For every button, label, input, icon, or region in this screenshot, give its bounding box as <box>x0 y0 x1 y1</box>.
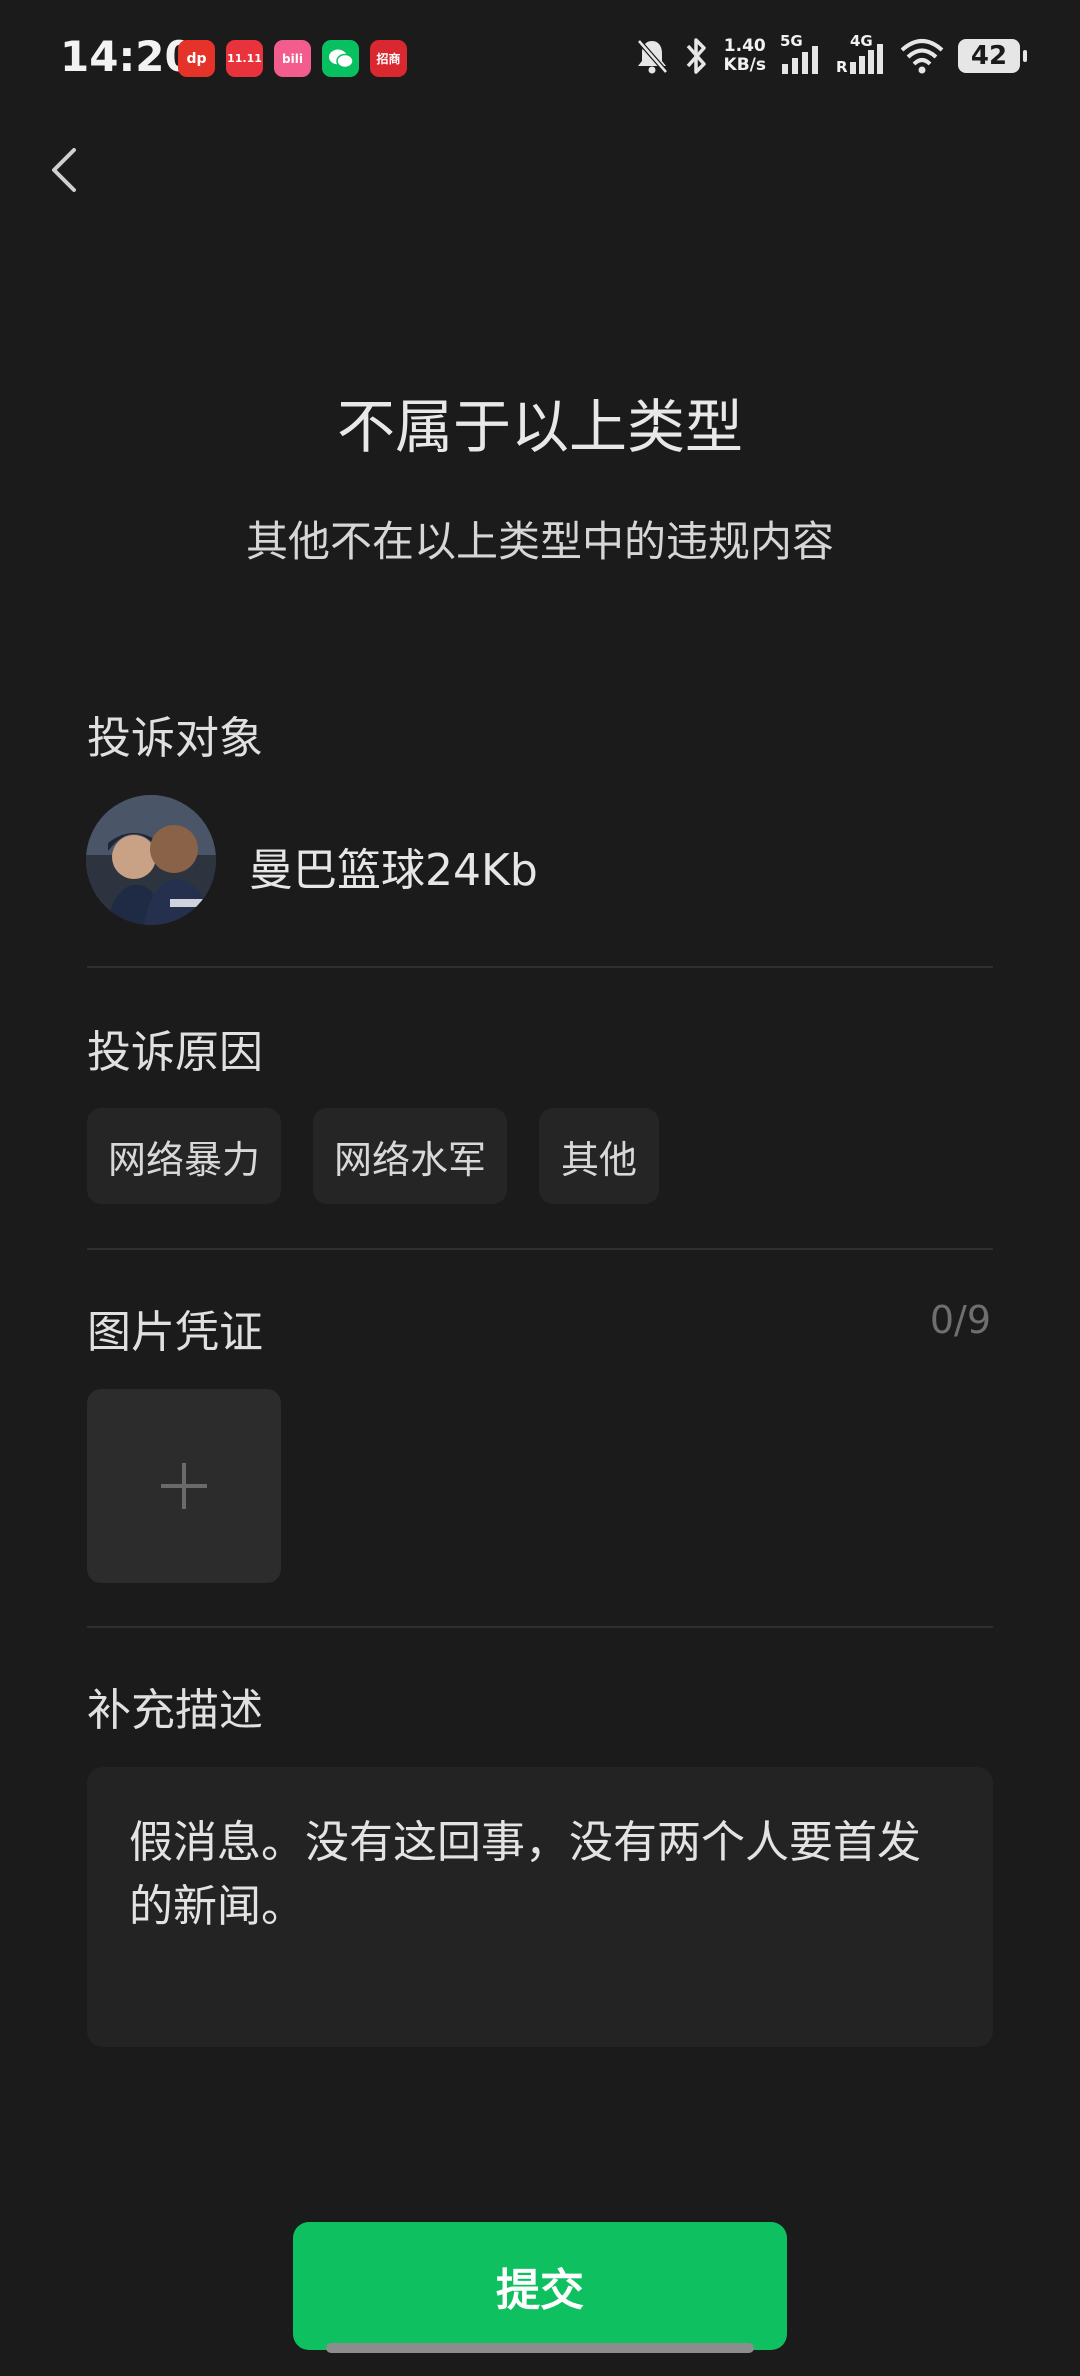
chevron-left-icon <box>52 148 76 192</box>
description-textarea[interactable]: 假消息。没有这回事，没有两个人要首发的新闻。 <box>87 1767 993 2047</box>
home-indicator[interactable] <box>326 2343 754 2353</box>
network-speed: 1.40 KB/s <box>723 36 766 75</box>
add-photo-button[interactable] <box>87 1389 281 1583</box>
signal-5g: 5G <box>780 32 822 76</box>
back-button[interactable] <box>42 138 92 202</box>
description-text: 假消息。没有这回事，没有两个人要首发的新闻。 <box>129 1817 921 1932</box>
bilibili-icon: bili <box>274 40 311 77</box>
notification-app-icons: dp 11.11 bili 招商 <box>178 40 407 77</box>
cmb-securities-icon: 招商 <box>370 40 407 77</box>
avatar-photo <box>86 795 216 925</box>
status-bar: 14:20 dp 11.11 bili 招商 1.40 KB/s 5G 4G R… <box>0 0 1080 118</box>
signal-bars-icon <box>850 44 883 74</box>
divider <box>87 966 993 968</box>
page-subtitle: 其他不在以上类型中的违规内容 <box>245 517 834 566</box>
photo-count: 0/9 <box>929 1298 991 1342</box>
plus-icon <box>161 1463 207 1509</box>
wechat-icon <box>322 40 359 77</box>
target-section-label: 投诉对象 <box>87 713 263 764</box>
status-indicators: 1.40 KB/s 5G 4G R 42 <box>634 32 1027 76</box>
bluetooth-icon <box>686 38 706 74</box>
mute-bell-icon <box>636 39 668 74</box>
wifi-icon <box>900 39 944 74</box>
description-section-label: 补充描述 <box>87 1685 263 1736</box>
page-title: 不属于以上类型 <box>336 393 743 461</box>
dianping-icon: dp <box>178 40 215 77</box>
reason-chip-paid-posters[interactable]: 网络水军 <box>313 1108 507 1204</box>
submit-button[interactable]: 提交 <box>293 2222 787 2350</box>
signal-bars-icon <box>782 46 818 74</box>
avatar <box>86 795 216 925</box>
divider <box>87 1248 993 1250</box>
reason-section-label: 投诉原因 <box>87 1027 263 1078</box>
tmall-1111-icon: 11.11 <box>226 40 263 77</box>
battery-indicator: 42 <box>958 39 1027 73</box>
reason-chip-cyber-violence[interactable]: 网络暴力 <box>87 1108 281 1204</box>
photos-section-label: 图片凭证 <box>87 1307 263 1358</box>
divider <box>87 1626 993 1628</box>
status-time: 14:20 <box>60 32 194 81</box>
target-name: 曼巴篮球24Kb <box>249 845 538 896</box>
signal-4g: 4G R <box>836 32 886 76</box>
reason-chip-other[interactable]: 其他 <box>539 1108 659 1204</box>
